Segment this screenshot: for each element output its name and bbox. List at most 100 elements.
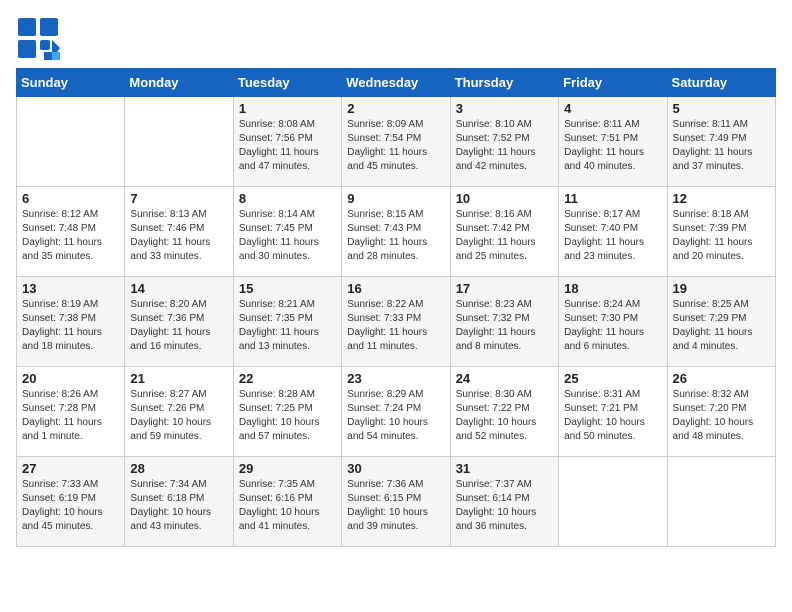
day-number: 30: [347, 461, 444, 476]
calendar-cell: 25 Sunrise: 8:31 AM Sunset: 7:21 PM Dayli…: [559, 367, 667, 457]
day-number: 15: [239, 281, 336, 296]
day-detail: Sunrise: 8:11 AM Sunset: 7:49 PM Dayligh…: [673, 118, 770, 174]
day-number: 29: [239, 461, 336, 476]
calendar-cell: 14 Sunrise: 8:20 AM Sunset: 7:36 PM Dayli…: [125, 277, 233, 367]
day-detail: Sunrise: 7:33 AM Sunset: 6:19 PM Dayligh…: [22, 478, 119, 534]
day-number: 25: [564, 371, 661, 386]
day-number: 23: [347, 371, 444, 386]
calendar-cell: 10 Sunrise: 8:16 AM Sunset: 7:42 PM Dayli…: [450, 187, 558, 277]
day-number: 21: [130, 371, 227, 386]
day-number: 16: [347, 281, 444, 296]
day-number: 20: [22, 371, 119, 386]
day-number: 19: [673, 281, 770, 296]
day-number: 9: [347, 191, 444, 206]
logo: [16, 16, 64, 60]
calendar-cell: [559, 457, 667, 547]
calendar-cell: 8 Sunrise: 8:14 AM Sunset: 7:45 PM Daylig…: [233, 187, 341, 277]
calendar-cell: 4 Sunrise: 8:11 AM Sunset: 7:51 PM Daylig…: [559, 97, 667, 187]
calendar-cell: 6 Sunrise: 8:12 AM Sunset: 7:48 PM Daylig…: [17, 187, 125, 277]
day-number: 1: [239, 101, 336, 116]
calendar-body: 1 Sunrise: 8:08 AM Sunset: 7:56 PM Daylig…: [17, 97, 776, 547]
calendar-cell: 30 Sunrise: 7:36 AM Sunset: 6:15 PM Dayli…: [342, 457, 450, 547]
day-detail: Sunrise: 8:32 AM Sunset: 7:20 PM Dayligh…: [673, 388, 770, 444]
day-detail: Sunrise: 8:17 AM Sunset: 7:40 PM Dayligh…: [564, 208, 661, 264]
calendar-cell: 22Sunrise: 8:28 AM Sunset: 7:25 PM Dayli…: [233, 367, 341, 457]
calendar-cell: 19 Sunrise: 8:25 AM Sunset: 7:29 PM Dayli…: [667, 277, 775, 367]
calendar-week-row: 13 Sunrise: 8:19 AM Sunset: 7:38 PM Dayli…: [17, 277, 776, 367]
day-detail: Sunrise: 8:21 AM Sunset: 7:35 PM Dayligh…: [239, 298, 336, 354]
day-number: 26: [673, 371, 770, 386]
calendar-cell: 27 Sunrise: 7:33 AM Sunset: 6:19 PM Dayli…: [17, 457, 125, 547]
calendar-cell: 5Sunrise: 8:11 AM Sunset: 7:49 PM Daylig…: [667, 97, 775, 187]
day-detail: Sunrise: 7:37 AM Sunset: 6:14 PM Dayligh…: [456, 478, 553, 534]
calendar-cell: 20 Sunrise: 8:26 AM Sunset: 7:28 PM Dayli…: [17, 367, 125, 457]
day-detail: Sunrise: 8:30 AM Sunset: 7:22 PM Dayligh…: [456, 388, 553, 444]
day-number: 27: [22, 461, 119, 476]
day-detail: Sunrise: 8:15 AM Sunset: 7:43 PM Dayligh…: [347, 208, 444, 264]
calendar-week-row: 6 Sunrise: 8:12 AM Sunset: 7:48 PM Daylig…: [17, 187, 776, 277]
weekday-header-thursday: Thursday: [450, 69, 558, 97]
day-detail: Sunrise: 8:10 AM Sunset: 7:52 PM Dayligh…: [456, 118, 553, 174]
calendar-cell: 21 Sunrise: 8:27 AM Sunset: 7:26 PM Dayli…: [125, 367, 233, 457]
day-number: 18: [564, 281, 661, 296]
weekday-header-sunday: Sunday: [17, 69, 125, 97]
day-detail: Sunrise: 8:29 AM Sunset: 7:24 PM Dayligh…: [347, 388, 444, 444]
day-number: 12: [673, 191, 770, 206]
day-detail: Sunrise: 8:22 AM Sunset: 7:33 PM Dayligh…: [347, 298, 444, 354]
day-detail: Sunrise: 8:20 AM Sunset: 7:36 PM Dayligh…: [130, 298, 227, 354]
day-detail: Sunrise: 8:23 AM Sunset: 7:32 PM Dayligh…: [456, 298, 553, 354]
day-number: 10: [456, 191, 553, 206]
calendar-cell: [17, 97, 125, 187]
day-detail: Sunrise: 8:31 AM Sunset: 7:21 PM Dayligh…: [564, 388, 661, 444]
day-number: 24: [456, 371, 553, 386]
calendar-cell: 2Sunrise: 8:09 AM Sunset: 7:54 PM Daylig…: [342, 97, 450, 187]
calendar-cell: 29Sunrise: 7:35 AM Sunset: 6:16 PM Dayli…: [233, 457, 341, 547]
day-detail: Sunrise: 8:25 AM Sunset: 7:29 PM Dayligh…: [673, 298, 770, 354]
calendar-cell: 26 Sunrise: 8:32 AM Sunset: 7:20 PM Dayli…: [667, 367, 775, 457]
calendar-cell: 23 Sunrise: 8:29 AM Sunset: 7:24 PM Dayli…: [342, 367, 450, 457]
day-number: 3: [456, 101, 553, 116]
day-detail: Sunrise: 8:19 AM Sunset: 7:38 PM Dayligh…: [22, 298, 119, 354]
page-header: [16, 16, 776, 60]
calendar-table: SundayMondayTuesdayWednesdayThursdayFrid…: [16, 68, 776, 547]
day-detail: Sunrise: 8:16 AM Sunset: 7:42 PM Dayligh…: [456, 208, 553, 264]
calendar-week-row: 27 Sunrise: 7:33 AM Sunset: 6:19 PM Dayli…: [17, 457, 776, 547]
weekday-header-friday: Friday: [559, 69, 667, 97]
day-number: 28: [130, 461, 227, 476]
calendar-cell: 1 Sunrise: 8:08 AM Sunset: 7:56 PM Daylig…: [233, 97, 341, 187]
calendar-cell: 16 Sunrise: 8:22 AM Sunset: 7:33 PM Dayli…: [342, 277, 450, 367]
day-detail: Sunrise: 8:26 AM Sunset: 7:28 PM Dayligh…: [22, 388, 119, 444]
calendar-cell: 12Sunrise: 8:18 AM Sunset: 7:39 PM Dayli…: [667, 187, 775, 277]
calendar-cell: 9 Sunrise: 8:15 AM Sunset: 7:43 PM Daylig…: [342, 187, 450, 277]
day-detail: Sunrise: 8:14 AM Sunset: 7:45 PM Dayligh…: [239, 208, 336, 264]
logo-icon: [16, 16, 60, 60]
day-number: 8: [239, 191, 336, 206]
weekday-header-tuesday: Tuesday: [233, 69, 341, 97]
day-number: 6: [22, 191, 119, 206]
day-number: 2: [347, 101, 444, 116]
day-number: 4: [564, 101, 661, 116]
day-detail: Sunrise: 8:24 AM Sunset: 7:30 PM Dayligh…: [564, 298, 661, 354]
weekday-header-wednesday: Wednesday: [342, 69, 450, 97]
day-number: 7: [130, 191, 227, 206]
calendar-cell: 24 Sunrise: 8:30 AM Sunset: 7:22 PM Dayli…: [450, 367, 558, 457]
day-detail: Sunrise: 7:34 AM Sunset: 6:18 PM Dayligh…: [130, 478, 227, 534]
day-detail: Sunrise: 8:08 AM Sunset: 7:56 PM Dayligh…: [239, 118, 336, 174]
calendar-cell: 31Sunrise: 7:37 AM Sunset: 6:14 PM Dayli…: [450, 457, 558, 547]
day-detail: Sunrise: 8:27 AM Sunset: 7:26 PM Dayligh…: [130, 388, 227, 444]
weekday-header-saturday: Saturday: [667, 69, 775, 97]
day-detail: Sunrise: 8:12 AM Sunset: 7:48 PM Dayligh…: [22, 208, 119, 264]
calendar-cell: 3 Sunrise: 8:10 AM Sunset: 7:52 PM Daylig…: [450, 97, 558, 187]
calendar-cell: 13 Sunrise: 8:19 AM Sunset: 7:38 PM Dayli…: [17, 277, 125, 367]
calendar-cell: 7 Sunrise: 8:13 AM Sunset: 7:46 PM Daylig…: [125, 187, 233, 277]
day-detail: Sunrise: 8:11 AM Sunset: 7:51 PM Dayligh…: [564, 118, 661, 174]
day-number: 13: [22, 281, 119, 296]
day-detail: Sunrise: 8:13 AM Sunset: 7:46 PM Dayligh…: [130, 208, 227, 264]
calendar-week-row: 20 Sunrise: 8:26 AM Sunset: 7:28 PM Dayli…: [17, 367, 776, 457]
day-number: 14: [130, 281, 227, 296]
day-number: 11: [564, 191, 661, 206]
calendar-header-row: SundayMondayTuesdayWednesdayThursdayFrid…: [17, 69, 776, 97]
calendar-cell: 28 Sunrise: 7:34 AM Sunset: 6:18 PM Dayli…: [125, 457, 233, 547]
day-detail: Sunrise: 7:36 AM Sunset: 6:15 PM Dayligh…: [347, 478, 444, 534]
calendar-cell: 15 Sunrise: 8:21 AM Sunset: 7:35 PM Dayli…: [233, 277, 341, 367]
